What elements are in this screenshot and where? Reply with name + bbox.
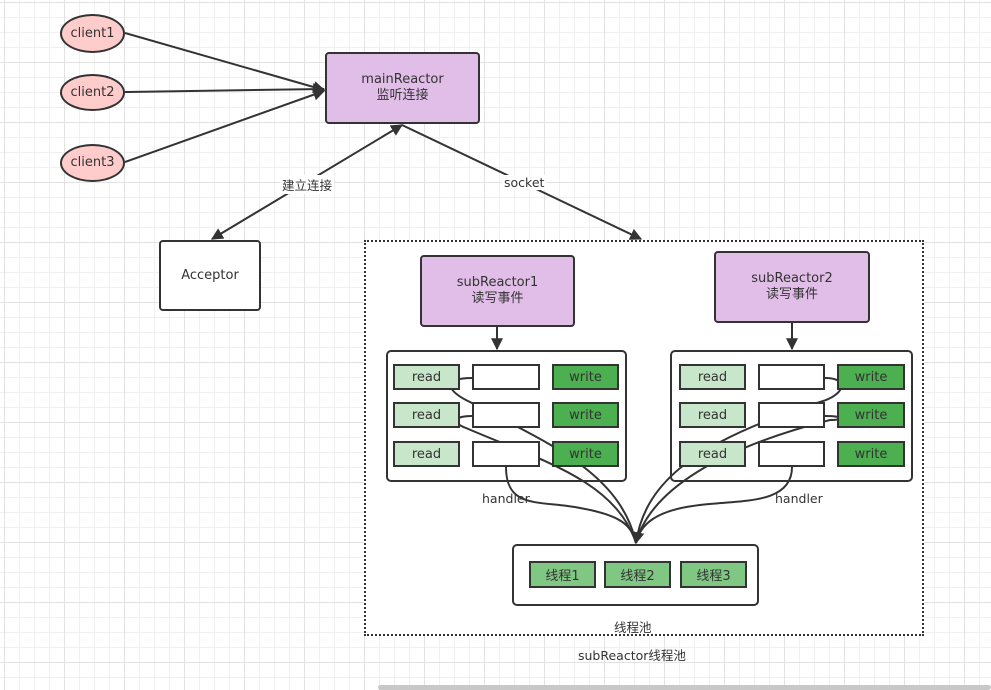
read-cell[interactable]: read xyxy=(679,364,746,390)
client-1-node[interactable]: client1 xyxy=(60,14,125,53)
handler-slot[interactable] xyxy=(758,402,825,428)
read-label: read xyxy=(697,407,728,423)
thread-label: 线程3 xyxy=(696,569,731,584)
write-cell[interactable]: write xyxy=(837,441,905,467)
client-label: client1 xyxy=(70,25,115,41)
handler-slot[interactable] xyxy=(472,402,540,428)
edge-client1-main xyxy=(124,32,326,93)
read-label: read xyxy=(697,446,728,462)
read-label: read xyxy=(697,369,728,385)
subreactor-title: subReactor1 xyxy=(456,275,539,290)
thread-label: 线程2 xyxy=(620,569,655,584)
write-label: write xyxy=(569,446,602,462)
write-cell[interactable]: write xyxy=(552,441,619,467)
client-2-node[interactable]: client2 xyxy=(60,74,125,111)
subreactor-title: subReactor2 xyxy=(751,271,833,286)
edge-label-socket: socket xyxy=(502,175,547,190)
client-label: client2 xyxy=(70,84,115,100)
thread-cell[interactable]: 线程2 xyxy=(604,561,671,588)
edge-label-handler-left: handler xyxy=(482,491,530,506)
read-cell[interactable]: read xyxy=(393,402,460,428)
read-label: read xyxy=(411,446,442,462)
horizontal-scrollbar[interactable] xyxy=(378,685,991,690)
edge-label-establish-connection: 建立连接 xyxy=(280,175,335,194)
read-cell[interactable]: read xyxy=(679,402,746,428)
write-label: write xyxy=(854,446,888,462)
read-cell[interactable]: read xyxy=(679,441,746,467)
subreactor-subtitle: 读写事件 xyxy=(765,287,818,302)
write-cell[interactable]: write xyxy=(552,364,619,390)
read-label: read xyxy=(411,369,442,385)
subreactor-2-node[interactable]: subReactor2 读写事件 xyxy=(714,251,870,323)
thread-pool-label: 线程池 xyxy=(614,620,652,635)
main-reactor-title: mainReactor xyxy=(361,72,444,87)
write-cell[interactable]: write xyxy=(837,364,905,390)
handler-slot[interactable] xyxy=(758,441,825,467)
client-label: client3 xyxy=(70,155,115,170)
write-cell[interactable]: write xyxy=(837,402,905,428)
main-reactor-node[interactable]: mainReactor 监听连接 xyxy=(325,52,480,124)
acceptor-label: Acceptor xyxy=(181,267,239,283)
write-cell[interactable]: write xyxy=(552,402,619,428)
handler-slot[interactable] xyxy=(472,364,540,390)
subreactor-1-node[interactable]: subReactor1 读写事件 xyxy=(420,255,575,327)
write-label: write xyxy=(569,369,602,385)
read-cell[interactable]: read xyxy=(393,364,460,390)
subreactor-subtitle: 读写事件 xyxy=(471,291,524,306)
read-label: read xyxy=(411,407,442,423)
thread-label: 线程1 xyxy=(545,569,580,584)
handler-slot[interactable] xyxy=(758,364,825,390)
thread-cell[interactable]: 线程1 xyxy=(529,561,596,588)
edge-client3-main xyxy=(124,88,326,163)
write-label: write xyxy=(854,407,888,423)
write-label: write xyxy=(854,369,888,385)
main-reactor-subtitle: 监听连接 xyxy=(376,88,429,103)
handler-slot[interactable] xyxy=(472,441,540,467)
acceptor-node[interactable]: Acceptor xyxy=(159,240,261,311)
subreactor-group-label: subReactor线程池 xyxy=(578,648,686,663)
edge-label-handler-right: handler xyxy=(775,491,823,506)
thread-cell[interactable]: 线程3 xyxy=(680,561,747,588)
read-cell[interactable]: read xyxy=(393,441,460,467)
client-3-node[interactable]: client3 xyxy=(60,144,125,182)
edge-client2-main xyxy=(124,83,326,96)
write-label: write xyxy=(569,407,602,423)
